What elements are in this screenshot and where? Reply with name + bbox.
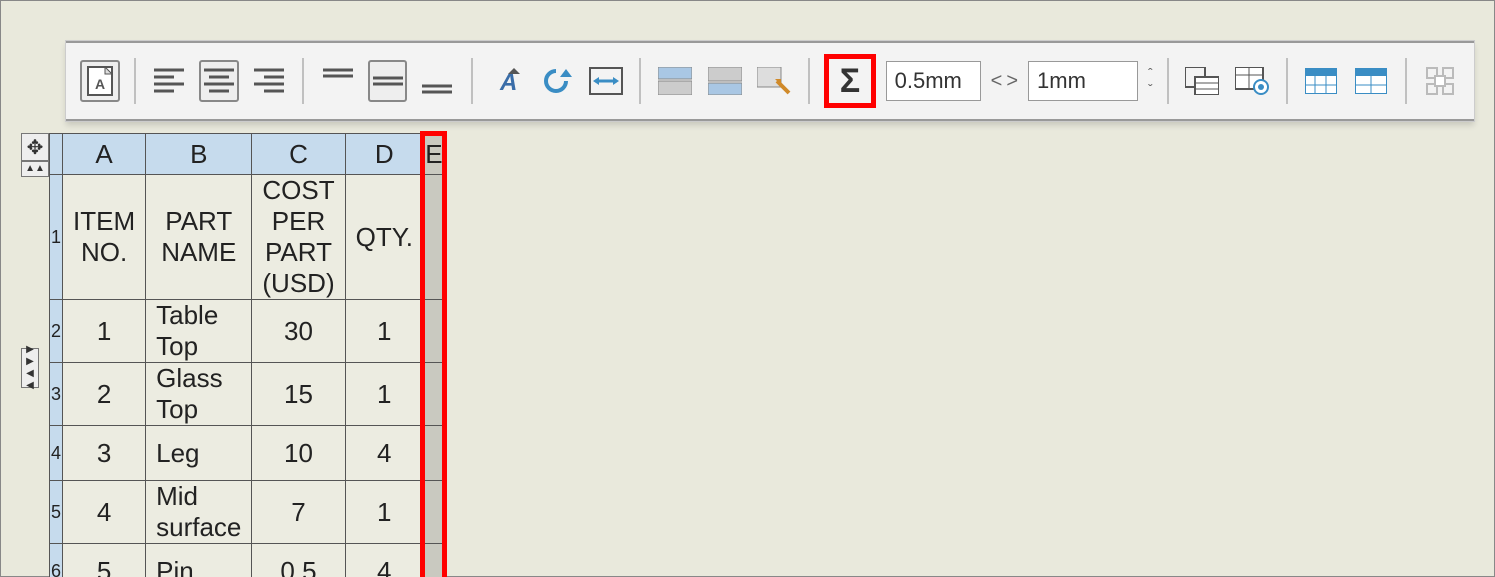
note-icon[interactable]: A [80,60,120,102]
hspacing-stepper[interactable]: < > [991,70,1018,93]
font-size-icon[interactable]: A [487,60,527,102]
cell[interactable]: PART NAME [146,175,252,300]
cell[interactable]: 15 [252,363,345,426]
sum-button[interactable]: Σ [833,63,867,99]
table-row: 2 1 Table Top 30 1 [50,300,445,363]
cell[interactable]: 2 [63,363,146,426]
column-header-row: A B C D E [50,134,445,175]
cell[interactable] [423,175,444,300]
insert-row-below-icon[interactable] [705,60,745,102]
separator [1286,58,1288,104]
format-cell-icon[interactable] [754,60,794,102]
vspacing-stepper[interactable]: ˆ ˇ [1148,66,1153,96]
table-row: 6 5 Pin 0.5 4 [50,544,445,577]
row-split-handle-icon[interactable]: ▶▶◀◀ [21,348,39,388]
align-left-icon[interactable] [150,60,190,102]
table-style-1-icon[interactable] [1302,60,1342,102]
table-row: 5 4 Mid surface 7 1 [50,481,445,544]
row-head[interactable]: 1 [50,175,63,300]
move-handle-icon[interactable]: ✥ [21,133,49,161]
table-row: 3 2 Glass Top 15 1 [50,363,445,426]
cell[interactable] [423,544,444,577]
chevron-up-icon[interactable]: ˆ [1148,66,1153,80]
row-head[interactable]: 5 [50,481,63,544]
row-head[interactable]: 4 [50,426,63,481]
valign-middle-icon[interactable] [368,60,408,102]
sum-button-highlight: Σ [824,54,876,108]
insert-row-above-icon[interactable] [655,60,695,102]
cell[interactable]: 1 [345,481,423,544]
cell[interactable]: 10 [252,426,345,481]
vertical-spacing-input[interactable] [1028,61,1138,101]
separator [808,58,810,104]
align-right-icon[interactable] [249,60,289,102]
col-head-A[interactable]: A [63,134,146,175]
cell[interactable]: 0.5 [252,544,345,577]
cell[interactable]: 30 [252,300,345,363]
cell[interactable]: 1 [345,300,423,363]
separator [134,58,136,104]
svg-text:Σ: Σ [840,64,860,98]
col-head-C[interactable]: C [252,134,345,175]
col-head-B[interactable]: B [146,134,252,175]
cell[interactable]: 3 [63,426,146,481]
align-center-icon[interactable] [199,60,239,102]
separator [471,58,473,104]
rotate-icon[interactable] [536,60,576,102]
cell[interactable]: 7 [252,481,345,544]
table-row: 4 3 Leg 10 4 [50,426,445,481]
cell[interactable] [423,300,444,363]
cell[interactable]: 4 [345,426,423,481]
valign-top-icon[interactable] [318,60,358,102]
chevron-left-icon[interactable]: < [991,70,1003,93]
row-head[interactable]: 3 [50,363,63,426]
table-row: 1 ITEM NO. PART NAME COST PER PART (USD)… [50,175,445,300]
horizontal-spacing-input[interactable] [886,61,981,101]
cell[interactable]: ITEM NO. [63,175,146,300]
table-props-icon[interactable] [1183,60,1223,102]
cell[interactable]: Leg [146,426,252,481]
corner-cell[interactable] [50,134,63,175]
valign-bottom-icon[interactable] [417,60,457,102]
cell[interactable]: COST PER PART (USD) [252,175,345,300]
cell[interactable]: QTY. [345,175,423,300]
app-canvas: A A [0,0,1495,577]
row-head[interactable]: 6 [50,544,63,577]
expand-handle-icon[interactable]: ▲▲ [21,161,49,177]
row-head[interactable]: 2 [50,300,63,363]
separator [639,58,641,104]
col-head-D[interactable]: D [345,134,423,175]
cell[interactable] [423,426,444,481]
cell[interactable]: 4 [345,544,423,577]
table-style-2-icon[interactable] [1351,60,1391,102]
separator [1167,58,1169,104]
cell[interactable]: 4 [63,481,146,544]
cell[interactable] [423,363,444,426]
chevron-down-icon[interactable]: ˇ [1148,82,1153,96]
cell[interactable]: Glass Top [146,363,252,426]
bom-table: A B C D E 1 ITEM NO. PART NAME COST PER … [49,133,445,577]
cell[interactable]: Pin [146,544,252,577]
cell[interactable]: Table Top [146,300,252,363]
visibility-icon[interactable] [1232,60,1272,102]
chevron-right-icon[interactable]: > [1006,70,1018,93]
cell[interactable]: 5 [63,544,146,577]
separator [1405,58,1407,104]
cell[interactable]: 1 [345,363,423,426]
table-toolbar: A A [66,41,1474,121]
col-head-E[interactable]: E [423,134,444,175]
separator [302,58,304,104]
cell[interactable] [423,481,444,544]
fit-text-icon[interactable] [586,60,626,102]
svg-text:A: A [95,76,105,92]
layout-icon[interactable] [1421,60,1461,102]
cell[interactable]: 1 [63,300,146,363]
cell[interactable]: Mid surface [146,481,252,544]
